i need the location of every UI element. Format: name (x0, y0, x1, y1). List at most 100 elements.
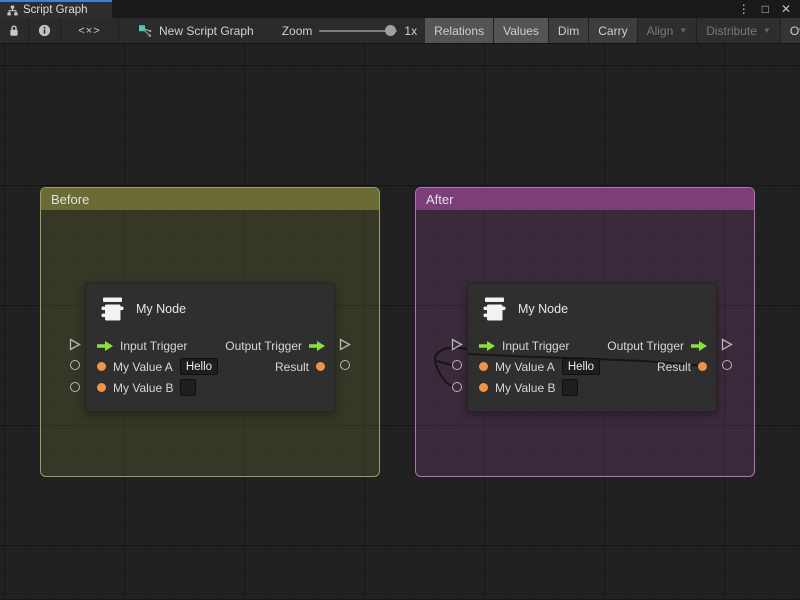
flow-out-icon (691, 341, 707, 351)
code-icon: <×> (78, 25, 100, 37)
value-port-icon (97, 362, 106, 371)
value-a-input[interactable]: Hello (562, 358, 600, 375)
value-port-icon (479, 362, 488, 371)
ext-flow-in-port[interactable] (451, 338, 463, 351)
align-label: Align (647, 24, 674, 38)
node-my-node-after[interactable]: My Node Input Trigger Output Trigger M (467, 283, 717, 412)
graph-toolbar: <×> New Script Graph Zoom 1x Relations (0, 18, 800, 44)
script-graph-window: Script Graph ⋮ □ ✕ <×> (0, 0, 800, 600)
ext-result-port[interactable] (340, 360, 350, 370)
port-label: Result (657, 360, 691, 374)
ext-flow-out-port[interactable] (339, 338, 351, 351)
value-b-row: My Value B (468, 377, 716, 398)
relations-label: Relations (434, 24, 484, 38)
group-after-header[interactable]: After (416, 188, 754, 210)
value-port-icon (316, 362, 325, 371)
zoom-slider-handle[interactable] (385, 25, 396, 36)
port-label: My Value A (495, 360, 555, 374)
chevron-down-icon: ▼ (679, 26, 687, 35)
value-a-row: My Value A Hello Result (468, 356, 716, 377)
value-port-icon (698, 362, 707, 371)
graph-reference-button[interactable]: New Script Graph (132, 18, 260, 43)
overview-label: Overview (790, 24, 800, 38)
flow-out-icon (309, 341, 325, 351)
value-port-icon (97, 383, 106, 392)
carry-label: Carry (598, 24, 627, 38)
ext-value-b-port[interactable] (452, 382, 462, 392)
distribute-label: Distribute (706, 24, 757, 38)
carry-toggle[interactable]: Carry (589, 18, 637, 43)
group-before-header[interactable]: Before (41, 188, 379, 210)
zoom-slider[interactable] (319, 25, 397, 36)
align-dropdown[interactable]: Align ▼ (638, 18, 698, 43)
value-a-row: My Value A Hello Result (86, 356, 334, 377)
value-a-port[interactable]: My Value A Hello (97, 358, 218, 375)
graph-canvas[interactable]: Before After My Node (0, 44, 800, 599)
result-port[interactable]: Result (275, 360, 325, 374)
output-trigger-port[interactable]: Output Trigger (225, 339, 325, 353)
distribute-dropdown[interactable]: Distribute ▼ (697, 18, 781, 43)
port-label: My Value B (113, 381, 173, 395)
port-label: Result (275, 360, 309, 374)
code-toggle-button[interactable]: <×> (61, 18, 119, 43)
node-title: My Node (518, 302, 568, 316)
port-label: My Value A (113, 360, 173, 374)
graph-tab-icon (7, 5, 18, 16)
port-label: Output Trigger (607, 339, 684, 353)
graph-name-label: New Script Graph (159, 24, 254, 38)
port-label: Input Trigger (502, 339, 569, 353)
value-b-input[interactable] (562, 379, 578, 396)
window-controls: ⋮ □ ✕ (729, 0, 800, 18)
input-trigger-port[interactable]: Input Trigger (479, 339, 569, 353)
value-b-port[interactable]: My Value B (479, 379, 578, 396)
node-header[interactable]: My Node (468, 284, 716, 335)
info-button[interactable] (29, 18, 61, 43)
ext-result-port[interactable] (722, 360, 732, 370)
tab-title: Script Graph (23, 4, 88, 16)
value-a-port[interactable]: My Value A Hello (479, 358, 600, 375)
unit-icon (480, 295, 508, 323)
flow-in-icon (479, 341, 495, 351)
value-b-port[interactable]: My Value B (97, 379, 196, 396)
ext-value-a-port[interactable] (70, 360, 80, 370)
node-header[interactable]: My Node (86, 284, 334, 335)
maximize-icon[interactable]: □ (762, 3, 769, 15)
port-label: Input Trigger (120, 339, 187, 353)
graph-asset-icon (138, 24, 153, 38)
tab-script-graph[interactable]: Script Graph (0, 0, 112, 18)
tab-strip: Script Graph ⋮ □ ✕ (0, 0, 800, 18)
info-icon (38, 24, 51, 37)
dim-toggle[interactable]: Dim (549, 18, 589, 43)
port-label: Output Trigger (225, 339, 302, 353)
trigger-row: Input Trigger Output Trigger (468, 335, 716, 356)
lock-button[interactable] (0, 18, 29, 43)
overview-button[interactable]: Overview (781, 18, 800, 43)
lock-icon (8, 24, 20, 37)
input-trigger-port[interactable]: Input Trigger (97, 339, 187, 353)
value-b-input[interactable] (180, 379, 196, 396)
value-port-icon (479, 383, 488, 392)
toolbar-toggles: Relations Values Dim Carry Align ▼ Distr… (425, 18, 800, 43)
output-trigger-port[interactable]: Output Trigger (607, 339, 707, 353)
ext-flow-out-port[interactable] (721, 338, 733, 351)
zoom-control: Zoom 1x (274, 18, 425, 43)
ext-value-a-port[interactable] (452, 360, 462, 370)
node-my-node-before[interactable]: My Node Input Trigger Output Trigger M (85, 283, 335, 412)
result-port[interactable]: Result (657, 360, 707, 374)
value-a-input[interactable]: Hello (180, 358, 218, 375)
chevron-down-icon: ▼ (763, 26, 771, 35)
unit-icon (98, 295, 126, 323)
kebab-menu-icon[interactable]: ⋮ (738, 3, 750, 15)
dim-label: Dim (558, 24, 579, 38)
ext-flow-in-port[interactable] (69, 338, 81, 351)
value-b-row: My Value B (86, 377, 334, 398)
toolbar-spacer (119, 18, 132, 43)
values-toggle[interactable]: Values (494, 18, 549, 43)
group-after-title: After (426, 192, 453, 207)
values-label: Values (503, 24, 539, 38)
port-label: My Value B (495, 381, 555, 395)
relations-toggle[interactable]: Relations (425, 18, 494, 43)
ext-value-b-port[interactable] (70, 382, 80, 392)
close-icon[interactable]: ✕ (781, 3, 791, 15)
node-title: My Node (136, 302, 186, 316)
